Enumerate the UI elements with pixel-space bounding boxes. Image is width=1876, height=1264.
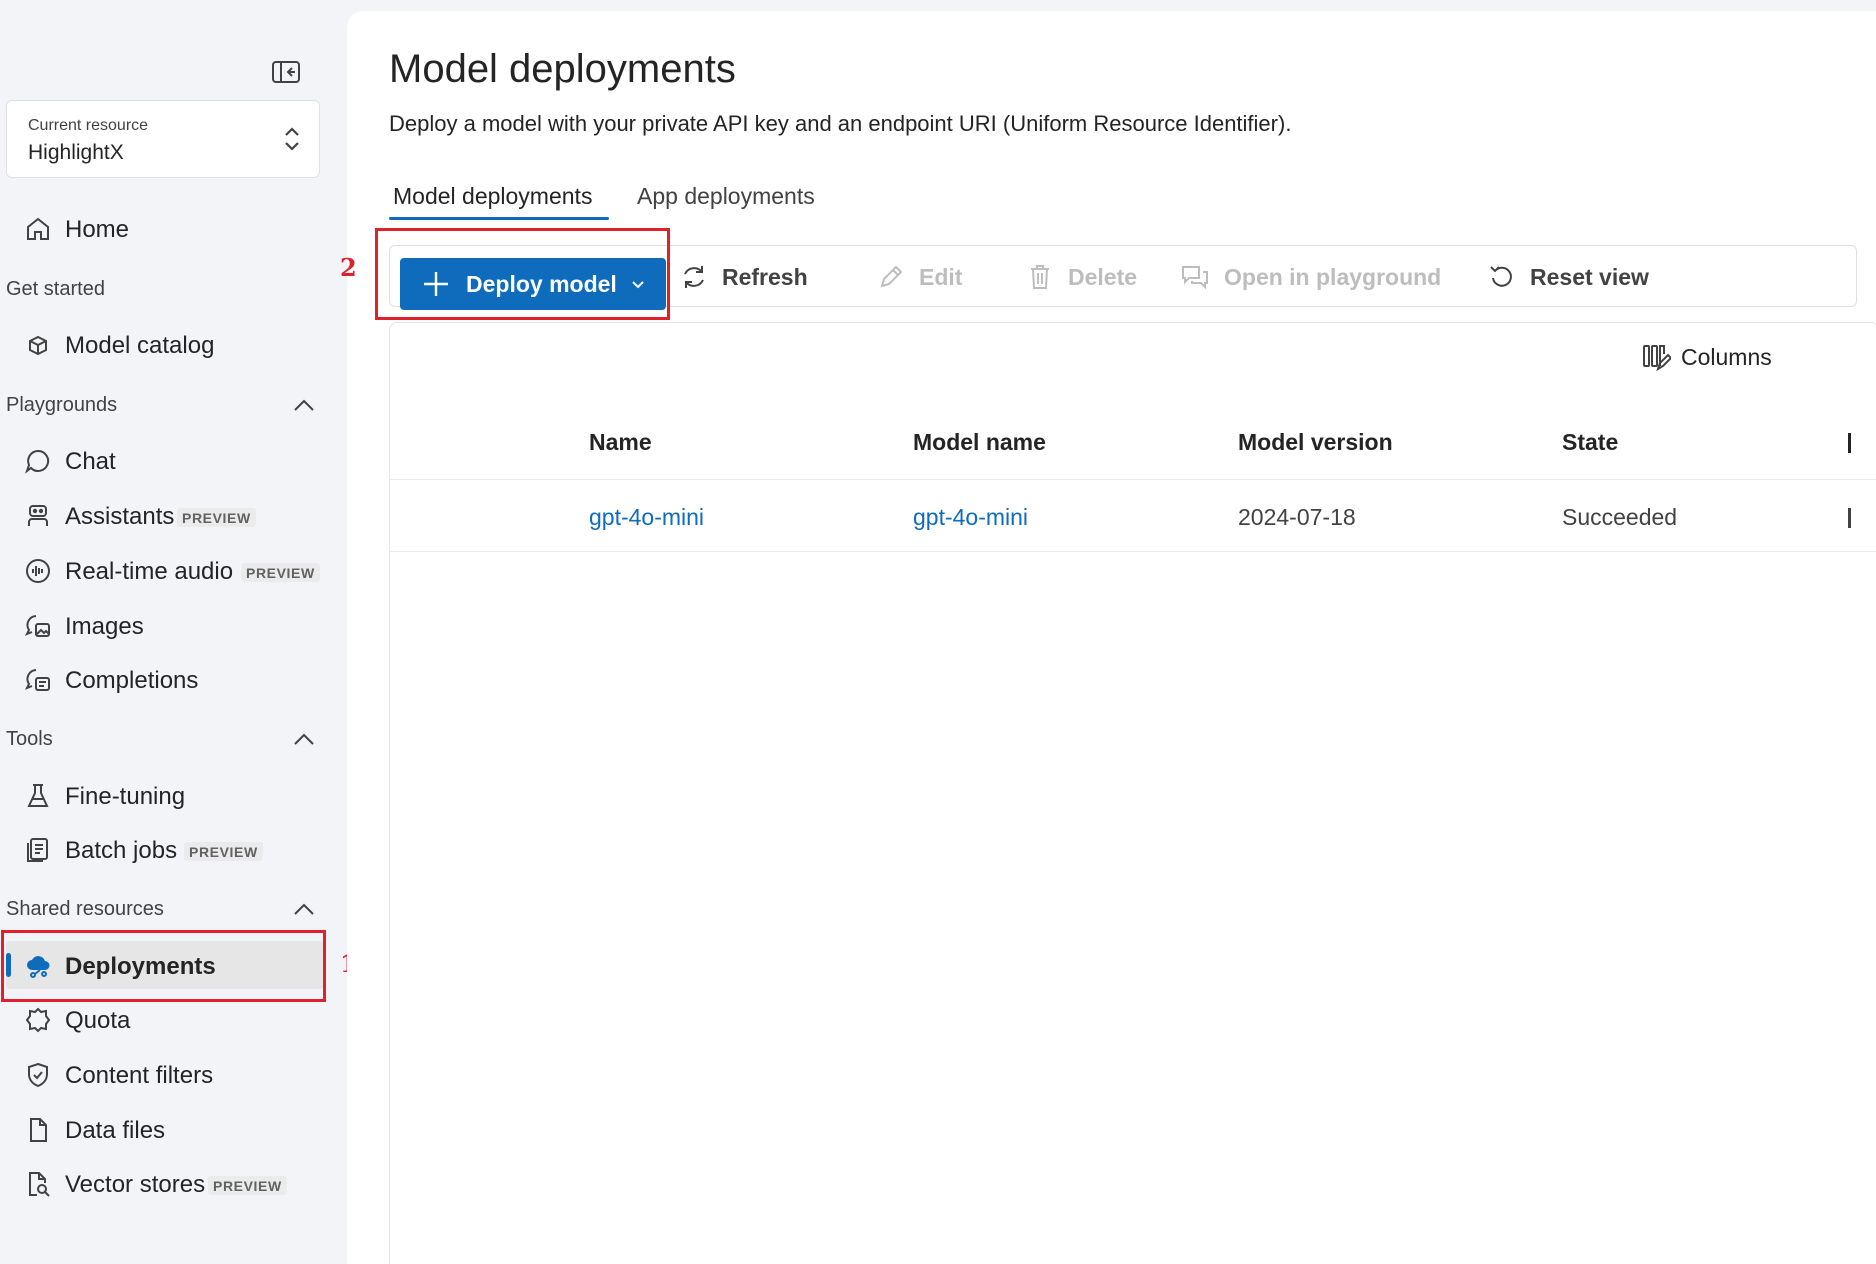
sidebar-item-realtime-audio[interactable]: Real-time audio PREVIEW	[0, 546, 325, 594]
sidebar-item-chat[interactable]: Chat	[0, 436, 325, 484]
bot-icon	[28, 505, 48, 526]
cube-icon	[29, 335, 47, 356]
annotation-label-2: 2	[340, 253, 357, 282]
image-chat-icon	[24, 615, 50, 637]
batch-document-icon	[27, 838, 48, 862]
columns-edit-icon	[1643, 345, 1671, 372]
reset-icon	[1490, 266, 1512, 287]
section-shared-resources[interactable]: Shared resources	[6, 898, 316, 930]
column-header-model-version[interactable]: Model version	[1238, 429, 1393, 456]
pencil-icon	[880, 265, 903, 288]
sidebar-item-completions[interactable]: Completions	[0, 655, 325, 703]
collapse-sidebar-button[interactable]	[270, 58, 302, 86]
delete-button[interactable]: Delete	[1026, 259, 1137, 295]
sidebar-item-vector-stores[interactable]: Vector stores PREVIEW	[0, 1159, 325, 1207]
document-icon	[30, 1118, 47, 1142]
chevron-up-icon	[294, 733, 314, 745]
chat-bubbles-icon	[1182, 266, 1208, 290]
page-title: Model deployments	[389, 47, 736, 91]
sidebar-item-assistants[interactable]: Assistants PREVIEW	[0, 491, 325, 539]
current-resource-value: HighlightX	[28, 141, 124, 164]
tab-model-deployments[interactable]: Model deployments	[393, 183, 592, 218]
refresh-icon	[684, 266, 704, 288]
sidebar-item-batch-jobs[interactable]: Batch jobs PREVIEW	[0, 825, 325, 873]
edit-button[interactable]: Edit	[877, 259, 962, 295]
deployments-grid	[389, 322, 1876, 1264]
sidebar-item-content-filters[interactable]: Content filters	[0, 1050, 325, 1098]
model-name-link[interactable]: gpt-4o-mini	[913, 504, 1028, 531]
preview-badge: PREVIEW	[184, 842, 263, 861]
preview-badge: PREVIEW	[177, 508, 256, 527]
section-tools[interactable]: Tools	[6, 728, 316, 760]
current-resource-label: Current resource	[28, 117, 149, 134]
page-description: Deploy a model with your private API key…	[389, 111, 1292, 136]
active-tab-indicator	[389, 217, 609, 220]
home-icon	[27, 217, 49, 240]
section-playgrounds[interactable]: Playgrounds	[6, 394, 316, 426]
trash-icon	[1031, 265, 1049, 289]
main-content: Model deployments Deploy a model with yo…	[347, 11, 1876, 1264]
collapse-panel-icon	[272, 61, 300, 83]
reset-view-button[interactable]: Reset view	[1488, 259, 1649, 295]
open-in-playground-button[interactable]: Open in playground	[1180, 259, 1441, 295]
header-divider	[390, 479, 1876, 480]
completions-icon	[24, 669, 50, 691]
chat-icon	[25, 449, 50, 474]
column-header-name[interactable]: Name	[589, 429, 652, 456]
columns-button[interactable]: Columns	[1641, 339, 1772, 375]
model-version-cell: 2024-07-18	[1238, 504, 1356, 530]
sidebar-item-home[interactable]: Home	[0, 204, 325, 252]
audio-wave-icon	[26, 559, 50, 583]
column-header-state[interactable]: State	[1562, 429, 1618, 456]
clipped-cell	[1848, 508, 1851, 528]
preview-badge: PREVIEW	[208, 1176, 287, 1195]
sidebar-item-quota[interactable]: Quota	[0, 995, 325, 1043]
preview-badge: PREVIEW	[241, 563, 320, 582]
row-divider	[390, 551, 1876, 552]
sidebar-item-fine-tuning[interactable]: Fine-tuning	[0, 771, 325, 819]
state-cell: Succeeded	[1562, 504, 1678, 530]
column-header-model-name[interactable]: Model name	[913, 429, 1046, 456]
chevron-up-icon	[294, 399, 314, 411]
sidebar-item-model-catalog[interactable]: Model catalog	[0, 320, 325, 368]
tab-app-deployments[interactable]: App deployments	[637, 183, 815, 218]
sidebar-item-images[interactable]: Images	[0, 601, 325, 649]
annotation-box-1	[1, 930, 326, 1002]
section-get-started: Get started	[6, 278, 105, 300]
chevron-up-down-icon	[285, 127, 299, 151]
quota-icon	[25, 1007, 51, 1033]
deployment-name-link[interactable]: gpt-4o-mini	[589, 504, 704, 531]
clipped-column-header	[1848, 433, 1851, 453]
sidebar: Current resource HighlightX Home Get sta…	[0, 0, 347, 1264]
refresh-button[interactable]: Refresh	[680, 259, 808, 295]
annotation-box-2	[375, 228, 670, 320]
document-search-icon	[29, 1172, 50, 1197]
shield-check-icon	[28, 1062, 48, 1088]
resource-picker[interactable]: Current resource HighlightX	[6, 100, 320, 178]
flask-icon	[27, 784, 49, 807]
chevron-up-icon	[294, 903, 314, 915]
sidebar-item-data-files[interactable]: Data files	[0, 1105, 325, 1153]
